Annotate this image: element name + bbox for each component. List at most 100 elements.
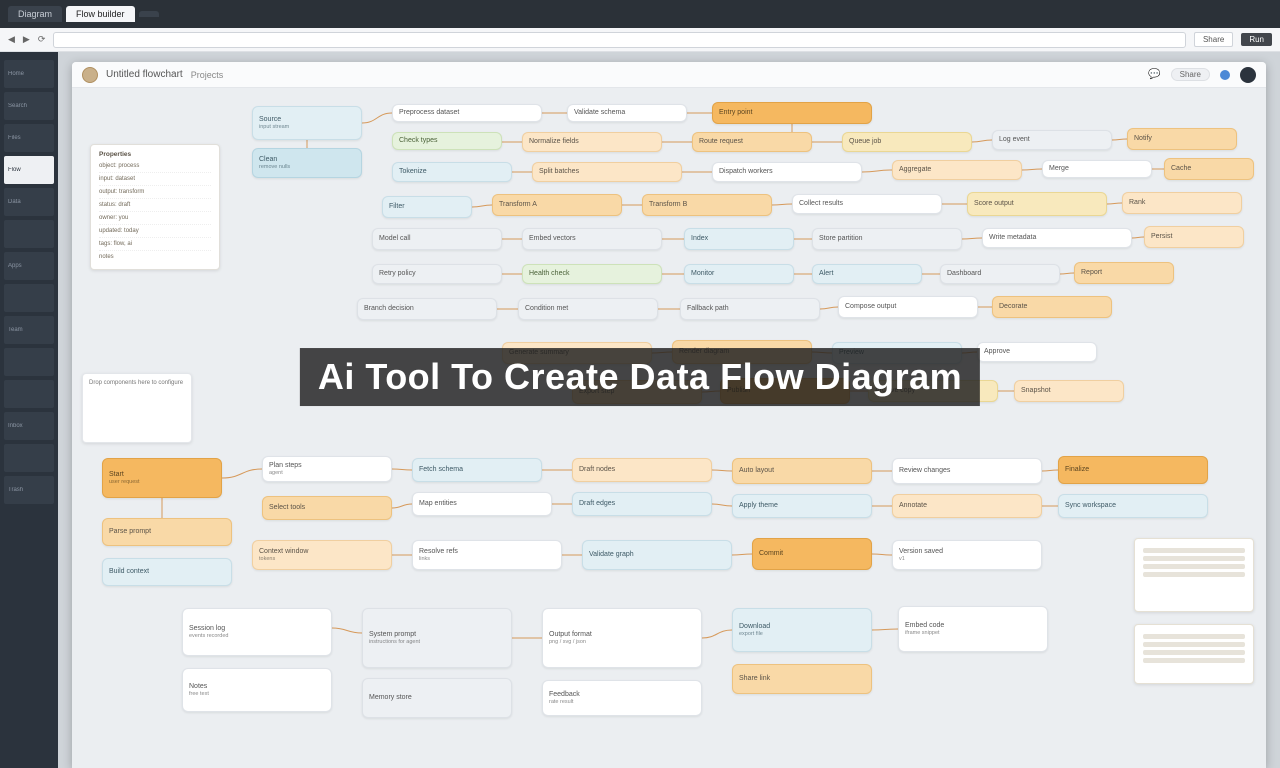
flow-node[interactable]: Context windowtokens — [252, 540, 392, 570]
os-rail-item[interactable] — [4, 348, 54, 376]
flow-node[interactable]: Branch decision — [357, 298, 497, 320]
nav-reload-icon[interactable]: ⟳ — [38, 34, 46, 45]
flow-node[interactable]: System promptinstructions for agent — [362, 608, 512, 668]
breadcrumb[interactable]: Projects — [191, 70, 224, 80]
flow-node[interactable]: Fallback path — [680, 298, 820, 320]
address-input[interactable] — [53, 32, 1186, 48]
os-rail-item[interactable]: Search — [4, 92, 54, 120]
os-rail-item[interactable]: Team — [4, 316, 54, 344]
flow-node[interactable]: Split batches — [532, 162, 682, 182]
flow-node[interactable]: Embed codeiframe snippet — [898, 606, 1048, 652]
os-rail-item[interactable]: Apps — [4, 252, 54, 280]
nav-back-icon[interactable]: ◀ — [8, 34, 15, 45]
flow-node[interactable]: Output formatpng / svg / json — [542, 608, 702, 668]
flow-node[interactable]: Queue job — [842, 132, 972, 152]
flow-node[interactable]: Finalize — [1058, 456, 1208, 484]
flow-node[interactable]: Health check — [522, 264, 662, 284]
flow-node[interactable]: Downloadexport file — [732, 608, 872, 652]
user-avatar-icon[interactable] — [1240, 67, 1256, 83]
property-row[interactable]: owner: you — [99, 212, 211, 225]
flow-node[interactable]: Snapshot — [1014, 380, 1124, 402]
flow-node[interactable]: Validate graph — [582, 540, 732, 570]
flow-node[interactable]: Validate schema — [567, 104, 687, 122]
flow-node[interactable]: Draft nodes — [572, 458, 712, 482]
flow-node[interactable]: Dashboard — [940, 264, 1060, 284]
browser-tab[interactable]: Diagram — [8, 6, 62, 22]
flow-node[interactable]: Notesfree text — [182, 668, 332, 712]
flow-node[interactable]: Collect results — [792, 194, 942, 214]
toolbar-share-button[interactable]: Share — [1194, 32, 1233, 47]
flow-node[interactable]: Startuser request — [102, 458, 222, 498]
os-rail-item[interactable]: Data — [4, 188, 54, 216]
os-rail-item[interactable] — [4, 380, 54, 408]
flow-node[interactable]: Log event — [992, 130, 1112, 150]
flow-node[interactable]: Sync workspace — [1058, 494, 1208, 518]
property-row[interactable]: tags: flow, ai — [99, 238, 211, 251]
flow-node[interactable]: Condition met — [518, 298, 658, 320]
flow-node[interactable]: Transform A — [492, 194, 622, 216]
toolbar-run-button[interactable]: Run — [1241, 33, 1272, 46]
flow-node[interactable]: Dispatch workers — [712, 162, 862, 182]
flow-node[interactable]: Alert — [812, 264, 922, 284]
browser-tab-active[interactable]: Flow builder — [66, 6, 135, 22]
flow-node[interactable]: Session logevents recorded — [182, 608, 332, 656]
diagram-canvas[interactable]: Properties object: processinput: dataset… — [72, 88, 1266, 768]
flow-node[interactable]: Plan stepsagent — [262, 456, 392, 482]
flow-node[interactable]: Persist — [1144, 226, 1244, 248]
os-rail-item[interactable] — [4, 444, 54, 472]
flow-node[interactable]: Aggregate — [892, 160, 1022, 180]
flow-node[interactable]: Store partition — [812, 228, 962, 250]
flow-node[interactable]: Check types — [392, 132, 502, 150]
property-row[interactable]: status: draft — [99, 199, 211, 212]
property-row[interactable]: output: transform — [99, 186, 211, 199]
flow-node[interactable]: Compose output — [838, 296, 978, 318]
flow-node[interactable]: Parse prompt — [102, 518, 232, 546]
flow-node[interactable]: Rank — [1122, 192, 1242, 214]
os-rail-item[interactable]: Inbox — [4, 412, 54, 440]
os-rail-item[interactable]: Flow — [4, 156, 54, 184]
share-button[interactable]: Share — [1171, 68, 1210, 81]
flow-node[interactable]: Filter — [382, 196, 472, 218]
flow-node[interactable]: Auto layout — [732, 458, 872, 484]
flow-node[interactable]: Model call — [372, 228, 502, 250]
property-row[interactable]: notes — [99, 251, 211, 263]
flow-node[interactable]: Share link — [732, 664, 872, 694]
flow-node[interactable]: Select tools — [262, 496, 392, 520]
side-note-panel[interactable] — [1134, 624, 1254, 684]
nav-fwd-icon[interactable]: ▶ — [23, 34, 30, 45]
os-rail-item[interactable]: Home — [4, 60, 54, 88]
document-title[interactable]: Untitled flowchart — [106, 69, 183, 80]
flow-node[interactable]: Entry point — [712, 102, 872, 124]
flow-node[interactable]: Apply theme — [732, 494, 872, 518]
flow-node[interactable]: Fetch schema — [412, 458, 542, 482]
property-row[interactable]: updated: today — [99, 225, 211, 238]
side-note-panel[interactable] — [1134, 538, 1254, 612]
drop-zone-panel[interactable]: Drop components here to configure — [82, 373, 192, 443]
flow-node[interactable]: Cache — [1164, 158, 1254, 180]
flow-node[interactable]: Build context — [102, 558, 232, 586]
flow-node[interactable]: Normalize fields — [522, 132, 662, 152]
flow-node[interactable]: Tokenize — [392, 162, 512, 182]
os-rail-item[interactable] — [4, 284, 54, 312]
browser-tab[interactable] — [139, 11, 159, 17]
flow-node[interactable]: Transform B — [642, 194, 772, 216]
flow-node[interactable]: Decorate — [992, 296, 1112, 318]
flow-node[interactable]: Merge — [1042, 160, 1152, 178]
flow-node[interactable]: Map entities — [412, 492, 552, 516]
property-row[interactable]: object: process — [99, 160, 211, 173]
flow-node[interactable]: Index — [684, 228, 794, 250]
flow-node[interactable]: Memory store — [362, 678, 512, 718]
flow-node[interactable]: Preprocess dataset — [392, 104, 542, 122]
flow-node[interactable]: Version savedv1 — [892, 540, 1042, 570]
flow-node[interactable]: Sourceinput stream — [252, 106, 362, 140]
flow-node[interactable]: Cleanremove nulls — [252, 148, 362, 178]
os-rail-item[interactable] — [4, 220, 54, 248]
flow-node[interactable]: Monitor — [684, 264, 794, 284]
flow-node[interactable]: Report — [1074, 262, 1174, 284]
flow-node[interactable]: Retry policy — [372, 264, 502, 284]
flow-node[interactable]: Route request — [692, 132, 812, 152]
flow-node[interactable]: Annotate — [892, 494, 1042, 518]
flow-node[interactable]: Score output — [967, 192, 1107, 216]
property-row[interactable]: input: dataset — [99, 173, 211, 186]
flow-node[interactable]: Draft edges — [572, 492, 712, 516]
